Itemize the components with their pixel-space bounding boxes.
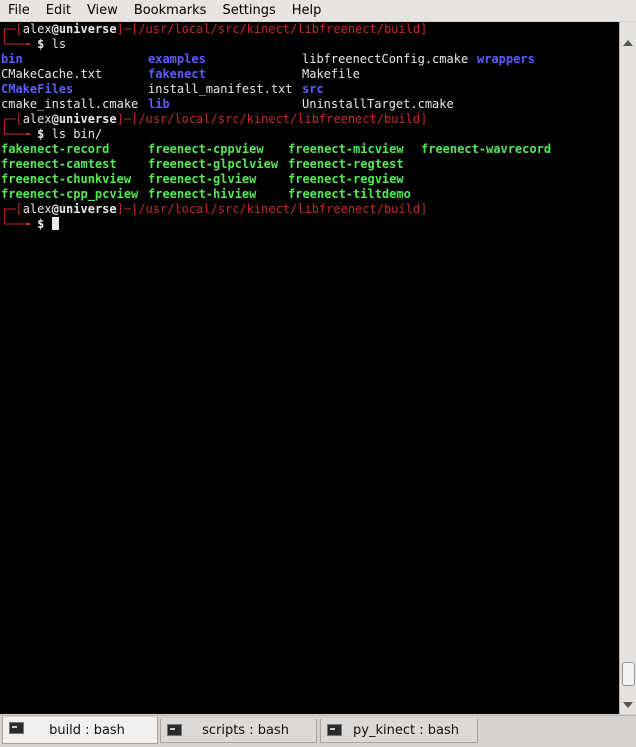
prompt-user: alex: [22, 22, 52, 36]
list-item: freenect-glpclview: [148, 157, 279, 171]
list-item: freenect-tiltdemo: [288, 187, 411, 201]
menu-edit[interactable]: Edit: [38, 0, 79, 21]
tab-build[interactable]: build : bash: [2, 717, 158, 744]
terminal-icon: [9, 722, 24, 734]
text-cursor: [51, 217, 59, 230]
list-item: fakenect-record: [1, 142, 110, 156]
list-item: UninstallTarget.cmake: [302, 97, 454, 111]
list-item: freenect-cppview: [148, 142, 264, 156]
terminal-area[interactable]: ┌─[alex@universe]─[/usr/local/src/kinect…: [0, 22, 619, 714]
vertical-scrollbar[interactable]: [619, 22, 636, 714]
list-item: bin: [1, 52, 23, 66]
menu-file[interactable]: File: [0, 0, 38, 21]
prompt-host: universe: [58, 22, 117, 36]
command-line: └──╼ $ ls bin/: [1, 127, 103, 141]
scrollbar-thumb[interactable]: [622, 662, 635, 686]
session-tab-bar: build : bash scripts : bash py_kinect : …: [0, 715, 636, 747]
tab-scripts[interactable]: scripts : bash: [160, 719, 317, 743]
list-item: freenect-regtest: [288, 157, 404, 171]
terminal-icon: [327, 724, 342, 736]
scroll-down-arrow-icon[interactable]: [623, 702, 633, 708]
list-item: Makefile: [302, 67, 360, 81]
list-item: src: [302, 82, 324, 96]
menu-bookmarks[interactable]: Bookmarks: [126, 0, 215, 21]
menu-view[interactable]: View: [79, 0, 126, 21]
prompt-line: ┌─[alex@universe]─[/usr/local/src/kinect…: [1, 112, 428, 126]
list-item: freenect-cpp_pcview: [1, 187, 139, 201]
prompt-line: ┌─[alex@universe]─[/usr/local/src/kinect…: [1, 22, 428, 36]
list-item: examples: [148, 52, 206, 66]
list-item: freenect-camtest: [1, 157, 117, 171]
prompt-line: ┌─[alex@universe]─[/usr/local/src/kinect…: [1, 202, 428, 216]
menu-help[interactable]: Help: [284, 0, 330, 21]
list-item: freenect-glview: [148, 172, 257, 186]
list-item: fakenect: [148, 67, 206, 81]
list-item: CMakeFiles: [1, 82, 74, 96]
list-item: install_manifest.txt: [148, 82, 293, 96]
menu-settings[interactable]: Settings: [214, 0, 283, 21]
tab-py-kinect[interactable]: py_kinect : bash: [320, 719, 478, 743]
scroll-up-arrow-icon[interactable]: [623, 40, 633, 46]
command-line: └──╼ $ ls: [1, 37, 67, 51]
command-text: ls bin/: [51, 127, 103, 141]
list-item: lib: [148, 97, 170, 111]
list-item: freenect-wavrecord: [421, 142, 552, 156]
command-line: └──╼ $: [1, 217, 59, 232]
prompt-path: /usr/local/src/kinect/libfreenect/build: [138, 22, 421, 36]
list-item: freenect-hiview: [148, 187, 257, 201]
list-item: freenect-regview: [288, 172, 404, 186]
list-item: cmake_install.cmake: [1, 97, 139, 111]
menu-bar: File Edit View Bookmarks Settings Help: [0, 0, 636, 21]
list-item: CMakeCache.txt: [1, 67, 103, 81]
terminal-icon: [167, 724, 182, 736]
list-item: wrappers: [477, 52, 535, 66]
list-item: libfreenectConfig.cmake: [302, 52, 469, 66]
list-item: freenect-chunkview: [1, 172, 132, 186]
list-item: freenect-micview: [288, 142, 404, 156]
command-text: ls: [51, 37, 67, 51]
